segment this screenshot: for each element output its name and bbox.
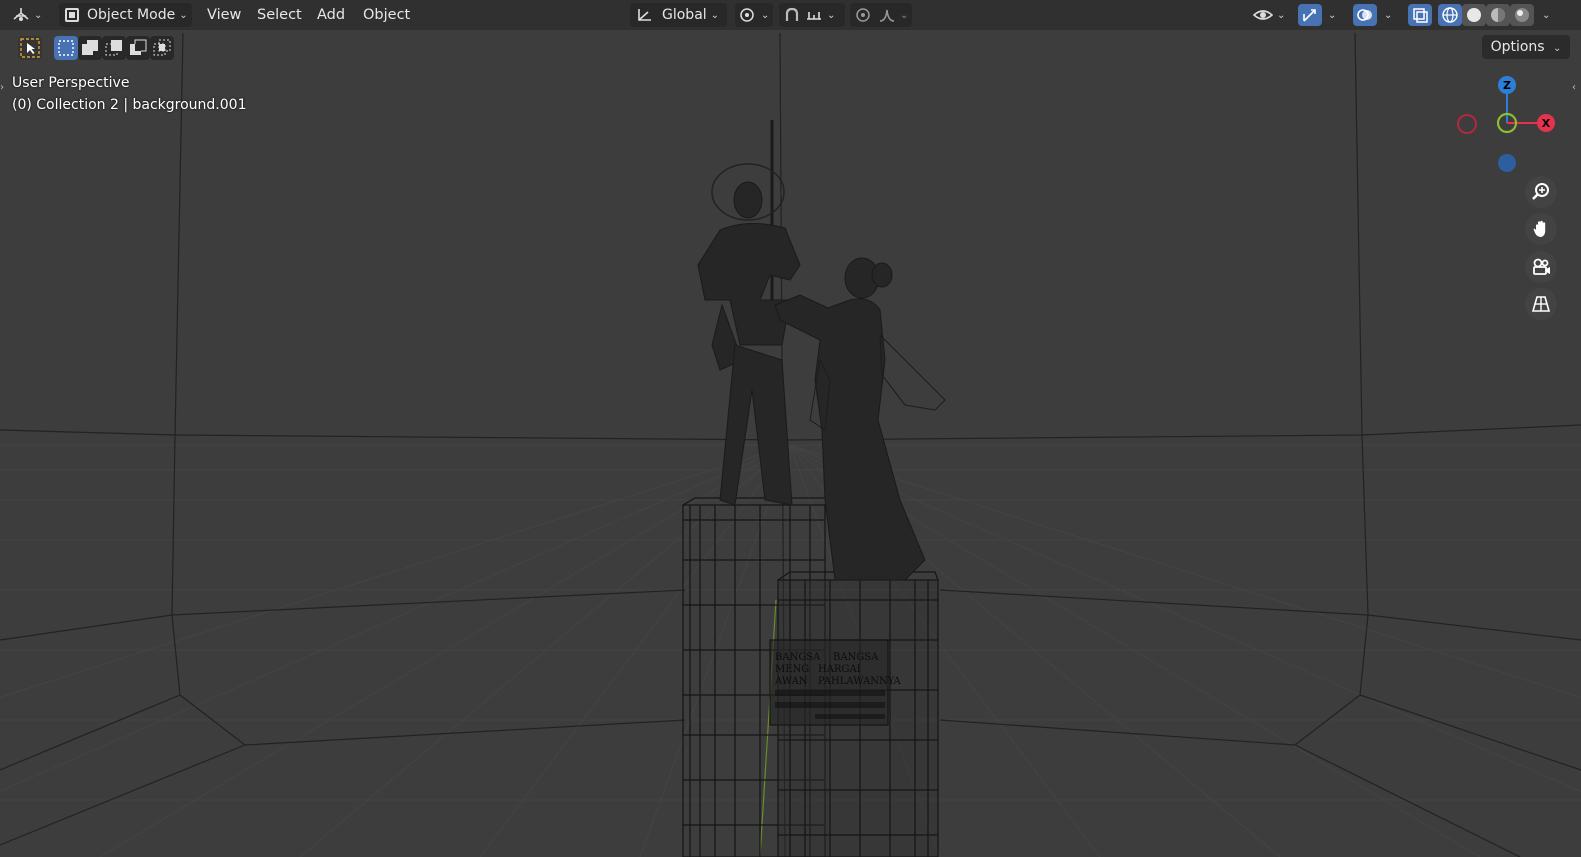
plaque-line-4: HARGAI bbox=[818, 664, 861, 675]
plaque-line-6: PAHLAWANNYA bbox=[818, 676, 902, 687]
xray-icon bbox=[1413, 8, 1428, 23]
viewport-header: ⌄ Object Mode ⌄ View Select Add Object G… bbox=[0, 0, 1581, 30]
transform-orientation-label: Global bbox=[662, 7, 707, 23]
material-sphere-icon bbox=[1491, 8, 1505, 22]
zoom-icon bbox=[1532, 183, 1549, 200]
axis-neg-z-handle[interactable] bbox=[1498, 154, 1516, 172]
menu-add[interactable]: Add bbox=[317, 3, 345, 27]
solid-sphere-icon bbox=[1467, 8, 1481, 22]
view-name: User Perspective bbox=[12, 75, 130, 91]
overlay-dropdown[interactable]: ⌄ bbox=[1380, 3, 1396, 27]
select-extend-icon bbox=[82, 40, 98, 55]
plaque-line-1: BANGSA bbox=[775, 652, 821, 663]
visibility-dropdown[interactable]: ⌄ bbox=[1253, 3, 1291, 27]
chevron-down-icon: ⌄ bbox=[710, 9, 720, 21]
overlay-toggle[interactable] bbox=[1353, 4, 1377, 26]
select-subtract-icon bbox=[105, 40, 122, 56]
collection-info: (0) Collection 2 | background.001 bbox=[12, 97, 247, 113]
chevron-down-icon: ⌄ bbox=[1384, 9, 1393, 21]
camera-icon bbox=[1533, 258, 1550, 275]
overlay-icon bbox=[1357, 9, 1372, 21]
chevron-down-icon: ⌄ bbox=[1553, 43, 1562, 54]
chevron-down-icon: ⌄ bbox=[179, 9, 188, 21]
editor-type-dropdown[interactable]: ⌄ bbox=[12, 3, 48, 27]
axis-x-label: X bbox=[1542, 117, 1551, 130]
selection-mode-invert[interactable] bbox=[126, 36, 150, 60]
navigation-gizmo[interactable]: Z X bbox=[1455, 72, 1565, 182]
shading-rendered-button[interactable] bbox=[1510, 4, 1534, 26]
mode-dropdown[interactable]: Object Mode ⌄ bbox=[59, 3, 192, 27]
transform-orientation-dropdown[interactable]: Global ⌄ bbox=[630, 3, 727, 27]
pan-button[interactable] bbox=[1525, 213, 1557, 245]
proportional-edit-icon bbox=[856, 8, 870, 22]
pivot-point-icon bbox=[740, 8, 754, 22]
shading-dropdown[interactable]: ⌄ bbox=[1538, 3, 1554, 27]
ortho-toggle-button[interactable] bbox=[1525, 288, 1557, 320]
gizmo-dropdown[interactable]: ⌄ bbox=[1324, 3, 1340, 27]
plaque-line-3: MENG bbox=[775, 664, 809, 675]
menu-view[interactable]: View bbox=[207, 3, 241, 27]
wireframe-sphere-icon bbox=[1442, 7, 1458, 23]
plaque-line-2: BANGSA bbox=[833, 652, 879, 663]
chevron-down-icon: ⌄ bbox=[1277, 9, 1286, 21]
selection-mode-set[interactable] bbox=[54, 36, 78, 60]
object-mode-icon bbox=[65, 8, 79, 22]
gizmo-toggle[interactable] bbox=[1298, 4, 1322, 26]
chevron-down-icon: ⌄ bbox=[827, 9, 836, 21]
toolbar-expand-arrow[interactable]: › bbox=[0, 82, 8, 96]
snap-icon bbox=[785, 7, 799, 21]
zoom-button[interactable] bbox=[1525, 176, 1557, 208]
chevron-down-icon: ⌄ bbox=[1542, 9, 1551, 21]
select-set-icon bbox=[58, 40, 74, 56]
pivot-point-dropdown[interactable]: ⌄ bbox=[735, 3, 773, 27]
selection-mode-intersect[interactable] bbox=[150, 36, 174, 60]
shading-wireframe-button[interactable] bbox=[1438, 4, 1462, 26]
select-tool-button[interactable] bbox=[18, 36, 42, 60]
chevron-down-icon: ⌄ bbox=[34, 9, 43, 21]
axis-neg-x-handle[interactable] bbox=[1457, 114, 1477, 134]
select-cursor-icon bbox=[20, 38, 40, 58]
viewport[interactable]: BANGSA BANGSA MENG HARGAI AWAN PAHLAWANN… bbox=[0, 0, 1581, 857]
menu-select[interactable]: Select bbox=[257, 3, 302, 27]
sidebar-expand-arrow[interactable]: ‹ bbox=[1572, 82, 1580, 96]
options-dropdown[interactable]: Options ⌄ bbox=[1482, 35, 1570, 59]
snap-increment-icon bbox=[807, 12, 821, 20]
viewport-info: User Perspective (0) Collection 2 | back… bbox=[12, 72, 246, 116]
mode-label: Object Mode bbox=[87, 7, 176, 23]
options-label: Options bbox=[1490, 39, 1545, 55]
selection-mode-extend[interactable] bbox=[78, 36, 102, 60]
orientation-axes-icon bbox=[638, 9, 651, 21]
chevron-down-icon: ⌄ bbox=[761, 9, 770, 21]
gizmo-icon bbox=[1303, 9, 1316, 22]
select-intersect-icon bbox=[153, 39, 171, 56]
axis-z-label: Z bbox=[1503, 79, 1511, 92]
snap-toggle[interactable]: ⌄ bbox=[779, 3, 845, 27]
falloff-curve-icon bbox=[879, 9, 895, 22]
chevron-down-icon: ⌄ bbox=[1328, 9, 1337, 21]
grid-view-icon bbox=[1531, 296, 1551, 312]
chevron-down-icon: ⌄ bbox=[900, 9, 909, 21]
shading-solid-button[interactable] bbox=[1462, 4, 1486, 26]
rendered-sphere-icon bbox=[1515, 8, 1529, 22]
eye-icon bbox=[1253, 10, 1273, 20]
scene-render[interactable]: BANGSA BANGSA MENG HARGAI AWAN PAHLAWANN… bbox=[0, 0, 1581, 857]
plaque-line-5: AWAN bbox=[774, 676, 808, 687]
selection-mode-subtract[interactable] bbox=[102, 36, 126, 60]
blender-3d-viewport-app: BANGSA BANGSA MENG HARGAI AWAN PAHLAWANN… bbox=[0, 0, 1581, 857]
shading-material-button[interactable] bbox=[1486, 4, 1510, 26]
select-invert-icon bbox=[130, 39, 147, 55]
menu-object[interactable]: Object bbox=[363, 3, 410, 27]
proportional-edit-toggle[interactable]: ⌄ bbox=[850, 3, 912, 27]
editor-type-icon bbox=[13, 8, 29, 21]
xray-toggle[interactable] bbox=[1408, 4, 1432, 26]
hand-pan-icon bbox=[1533, 220, 1546, 237]
camera-view-button[interactable] bbox=[1525, 251, 1557, 283]
